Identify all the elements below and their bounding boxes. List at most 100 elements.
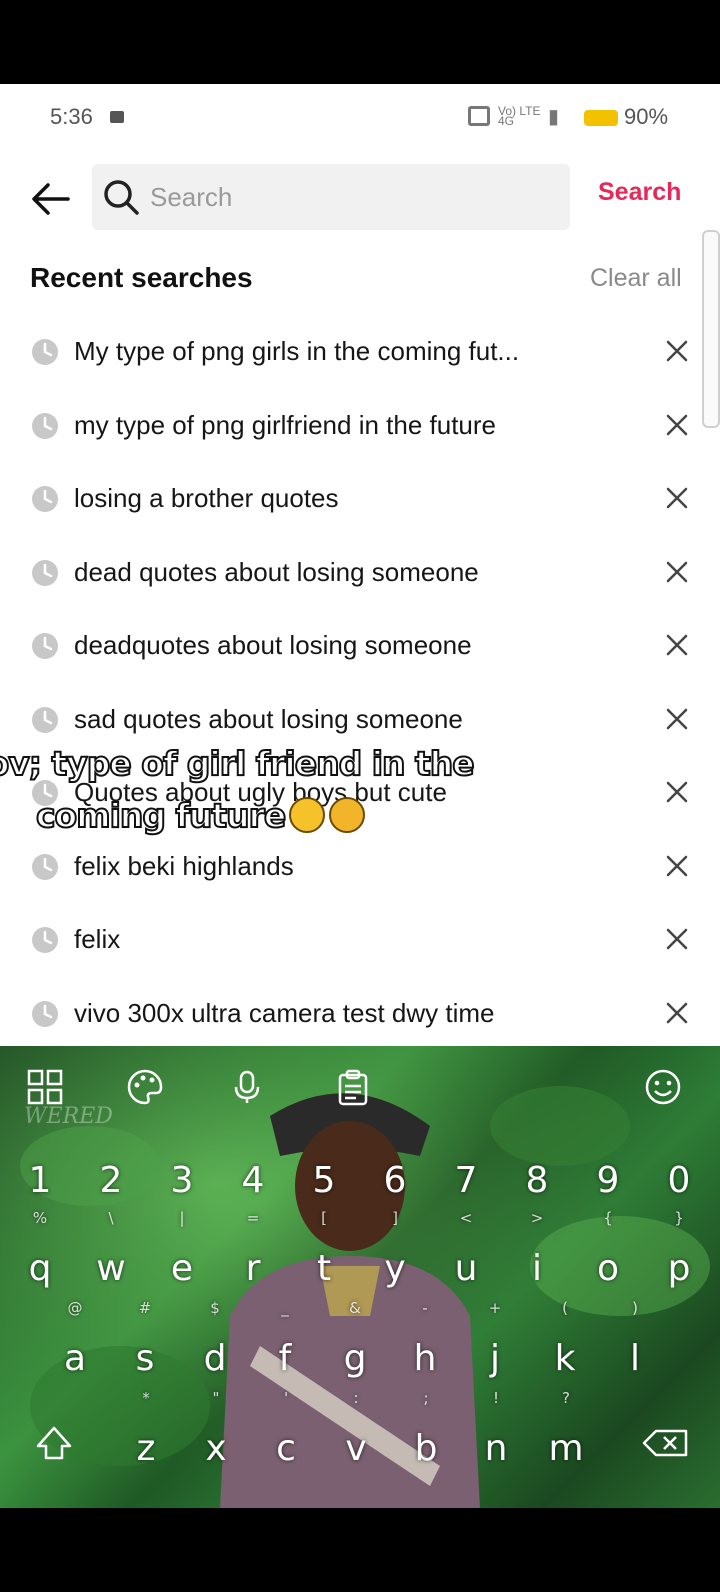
clock-icon	[31, 1000, 59, 1028]
emoji-icon[interactable]	[644, 1068, 682, 1106]
shift-key-icon[interactable]	[22, 1408, 86, 1478]
key-p[interactable]: } p	[647, 1210, 711, 1304]
key-h[interactable]: -h	[393, 1300, 457, 1394]
key-secondary-label: ]	[392, 1209, 398, 1227]
clock-icon	[31, 559, 59, 587]
key-z[interactable]: * z	[114, 1390, 178, 1484]
top-letterbox	[0, 0, 720, 84]
key-t[interactable]: [t	[292, 1210, 356, 1304]
key-3[interactable]: 3	[150, 1146, 214, 1216]
history-item[interactable]: Quotes about ugly boys but cute	[0, 757, 720, 831]
key-a[interactable]: @ a	[43, 1300, 107, 1394]
remove-history-icon[interactable]	[664, 706, 690, 732]
key-label: 9	[596, 1160, 620, 1201]
history-item-label: deadquotes about losing someone	[74, 630, 472, 660]
history-item[interactable]: felix beki highlands	[0, 831, 720, 905]
key-v[interactable]: :v	[324, 1390, 388, 1484]
key-label: a	[63, 1338, 87, 1379]
key-label: o	[596, 1248, 620, 1289]
recent-searches-title: Recent searches	[30, 262, 253, 293]
search-box[interactable]	[92, 164, 570, 230]
key-1[interactable]: 1	[8, 1146, 72, 1216]
history-item[interactable]: My type of png girls in the coming fut..…	[0, 316, 720, 390]
key-6[interactable]: 6	[363, 1146, 427, 1216]
clock-icon	[31, 853, 59, 881]
key-x[interactable]: " x	[184, 1390, 248, 1484]
history-item[interactable]: vivo 300x ultra camera test dwy time	[0, 978, 720, 1052]
remove-history-icon[interactable]	[664, 926, 690, 952]
key-r[interactable]: = r	[221, 1210, 285, 1304]
key-label: m	[548, 1428, 584, 1469]
key-7[interactable]: 7	[434, 1146, 498, 1216]
key-label: c	[276, 1428, 296, 1469]
key-o[interactable]: {o	[576, 1210, 640, 1304]
search-input[interactable]	[150, 164, 550, 230]
history-item[interactable]: my type of png girlfriend in the future	[0, 390, 720, 464]
clock-icon	[31, 485, 59, 513]
key-s[interactable]: # s	[113, 1300, 177, 1394]
key-k[interactable]: (k	[533, 1300, 597, 1394]
key-label: z	[136, 1428, 156, 1469]
back-arrow-icon[interactable]	[28, 176, 74, 222]
key-n[interactable]: ! n	[464, 1390, 528, 1484]
key-9[interactable]: 9	[576, 1146, 640, 1216]
key-m[interactable]: ? m	[534, 1390, 598, 1484]
key-secondary-label: }	[674, 1209, 684, 1227]
history-item[interactable]: felix	[0, 904, 720, 978]
key-4[interactable]: 4	[221, 1146, 285, 1216]
history-item[interactable]: sad quotes about losing someone	[0, 684, 720, 758]
palette-icon[interactable]	[126, 1068, 164, 1106]
key-d[interactable]: $ d	[183, 1300, 247, 1394]
remove-history-icon[interactable]	[664, 853, 690, 879]
key-q[interactable]: % q	[8, 1210, 72, 1304]
clear-all-button[interactable]: Clear all	[590, 264, 682, 293]
bottom-letterbox	[0, 1508, 720, 1592]
key-2[interactable]: 2	[79, 1146, 143, 1216]
key-label: f	[278, 1338, 292, 1379]
remove-history-icon[interactable]	[664, 1000, 690, 1026]
remove-history-icon[interactable]	[664, 485, 690, 511]
key-e[interactable]: | e	[150, 1210, 214, 1304]
key-8[interactable]: 8	[505, 1146, 569, 1216]
clipboard-icon[interactable]	[334, 1068, 372, 1106]
key-label: p	[667, 1248, 691, 1289]
key-f[interactable]: _ f	[253, 1300, 317, 1394]
key-secondary-label: _	[281, 1299, 289, 1317]
history-item-label: my type of png girlfriend in the future	[74, 409, 497, 440]
key-b[interactable]: ; b	[394, 1390, 458, 1484]
key-0[interactable]: 0	[647, 1146, 711, 1216]
remove-history-icon[interactable]	[664, 779, 690, 805]
backspace-key-icon[interactable]	[634, 1408, 698, 1478]
search-button[interactable]: Search	[598, 178, 681, 207]
key-label: 8	[525, 1160, 549, 1201]
remove-history-icon[interactable]	[664, 338, 690, 364]
history-item[interactable]: losing a brother quotes	[0, 463, 720, 537]
key-label: 6	[383, 1160, 407, 1201]
key-j[interactable]: + j	[463, 1300, 527, 1394]
remove-history-icon[interactable]	[664, 559, 690, 585]
key-l[interactable]: ) l	[603, 1300, 667, 1394]
key-label: q	[28, 1248, 52, 1289]
remove-history-icon[interactable]	[664, 632, 690, 658]
key-g[interactable]: & g	[323, 1300, 387, 1394]
vibrate-icon	[468, 106, 490, 126]
key-5[interactable]: 5	[292, 1146, 356, 1216]
key-c[interactable]: ' c	[254, 1390, 318, 1484]
microphone-icon[interactable]	[228, 1068, 266, 1106]
remove-history-icon[interactable]	[664, 412, 690, 438]
key-label: y	[384, 1248, 406, 1289]
key-u[interactable]: < u	[434, 1210, 498, 1304]
key-y[interactable]: ] y	[363, 1210, 427, 1304]
history-item[interactable]: dead quotes about losing someone	[0, 537, 720, 611]
history-item[interactable]: deadquotes about losing someone	[0, 610, 720, 684]
key-label: e	[170, 1248, 194, 1289]
clock-icon	[31, 632, 59, 660]
key-w[interactable]: \ w	[79, 1210, 143, 1304]
keyboard-watermark: WERED	[24, 1104, 113, 1129]
key-secondary-label: ?	[562, 1389, 570, 1407]
key-secondary-label: "	[212, 1389, 220, 1407]
key-i[interactable]: > i	[505, 1210, 569, 1304]
apps-grid-icon[interactable]	[26, 1068, 64, 1106]
key-label: r	[245, 1248, 261, 1289]
key-secondary-label: !	[492, 1389, 499, 1407]
